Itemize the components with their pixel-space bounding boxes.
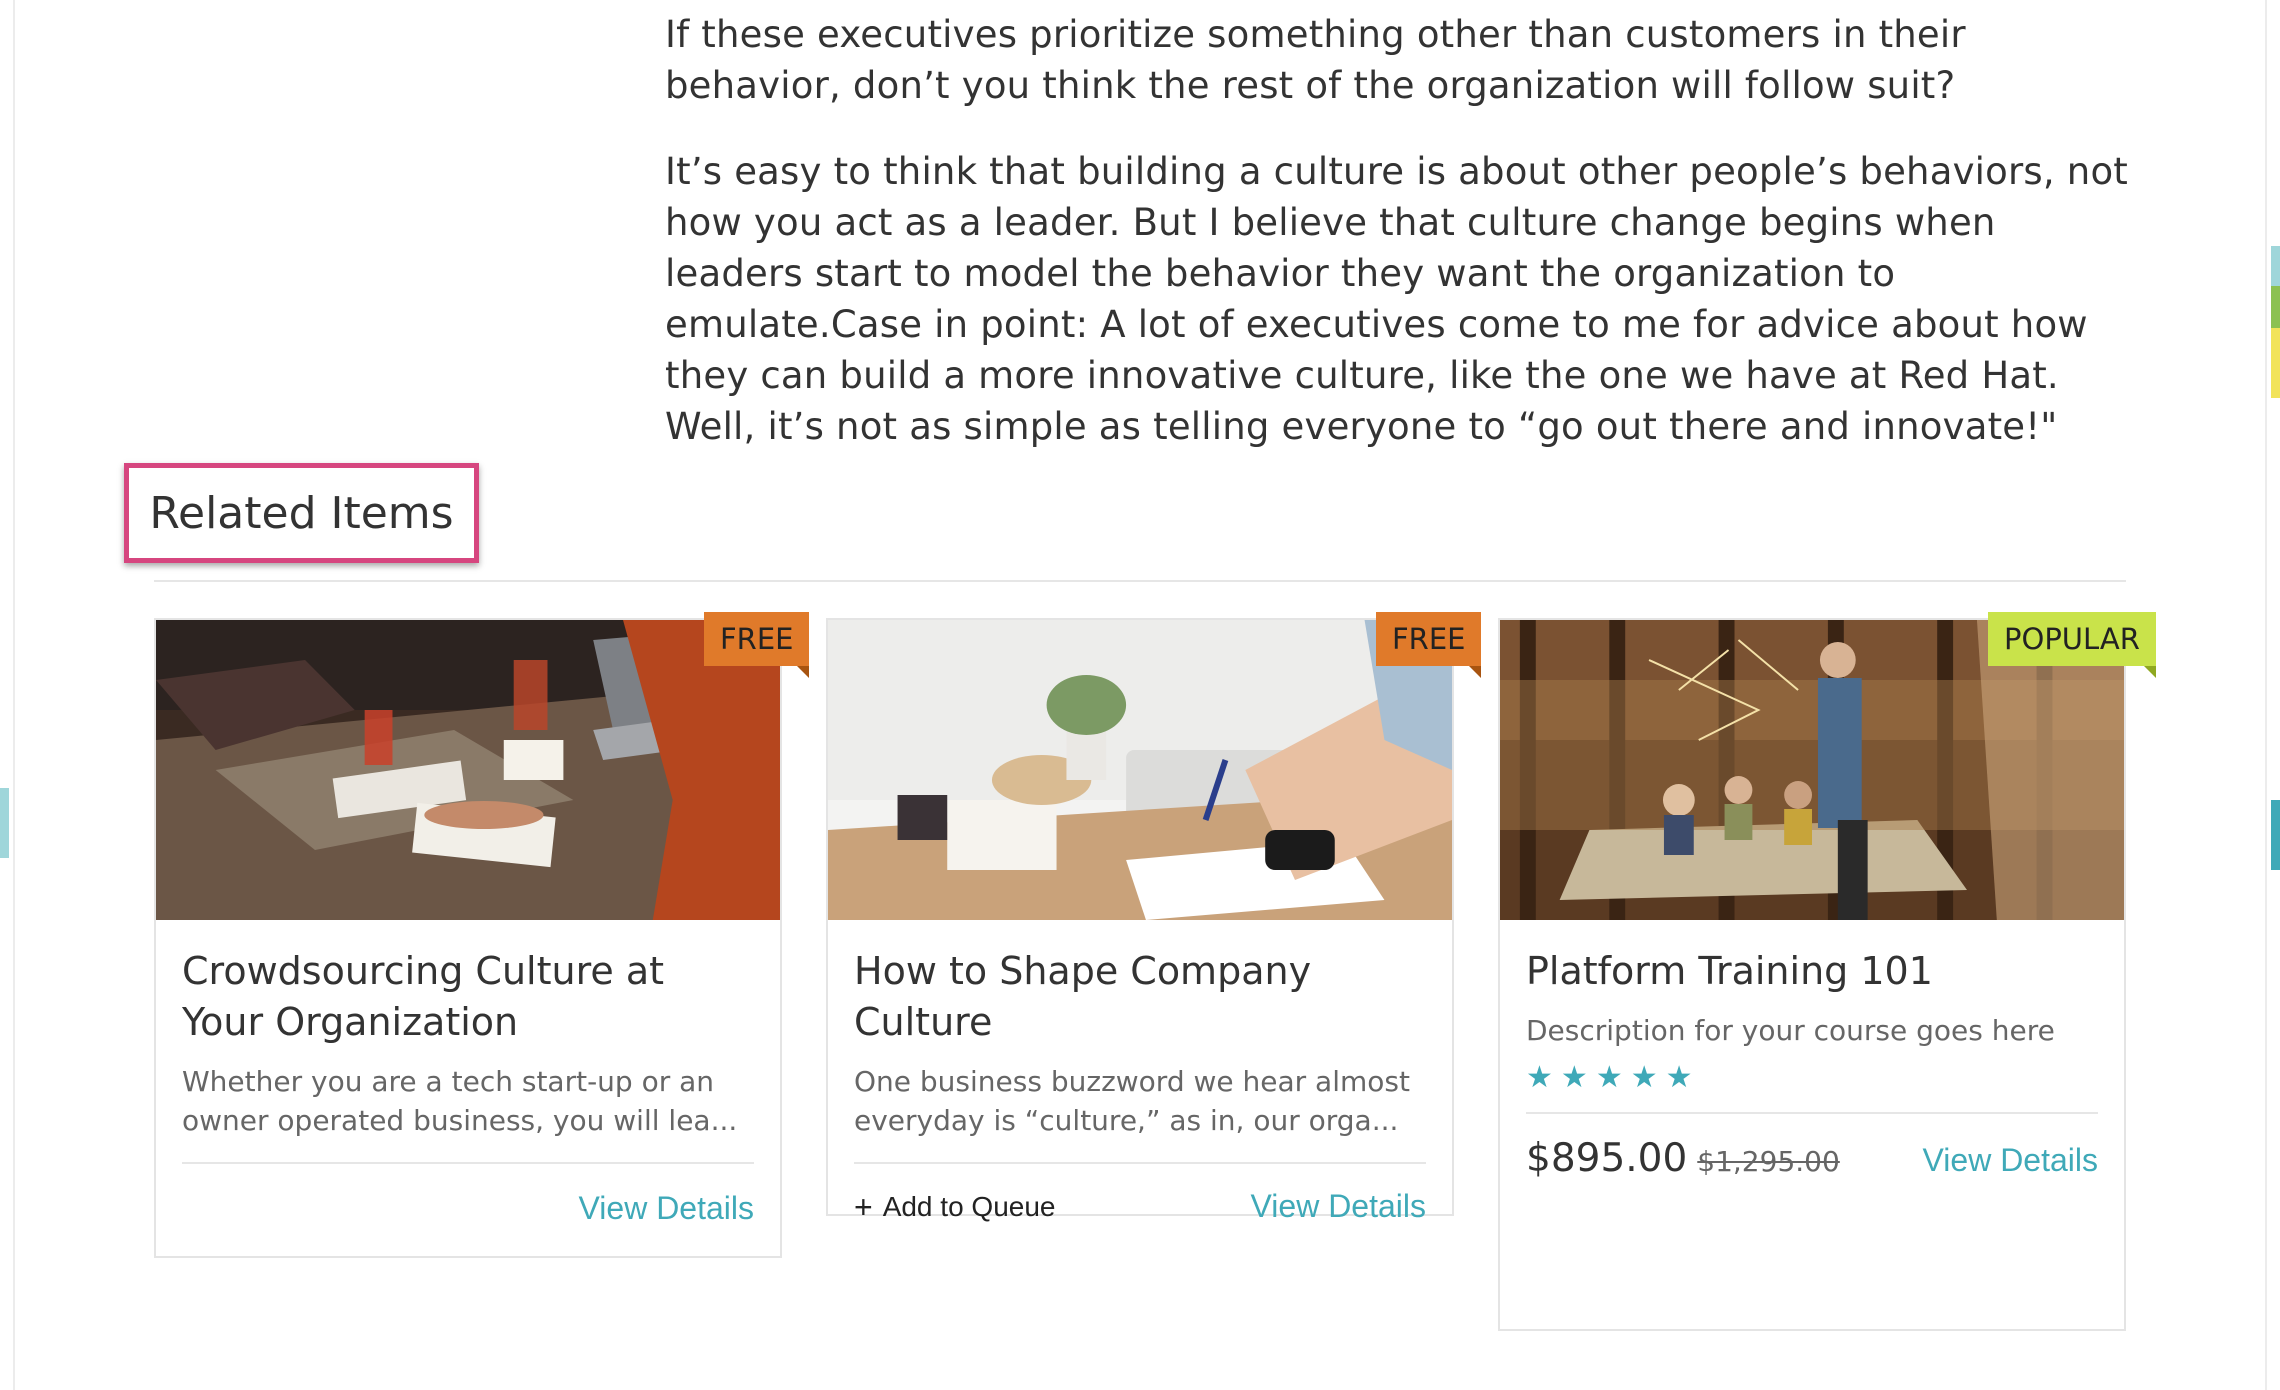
related-item-card[interactable]: Crowdsourcing Culture at Your Organizati… [154,618,782,1258]
free-badge: FREE [1376,612,1482,678]
page-frame-right [2265,0,2267,1390]
card-thumbnail[interactable] [828,620,1452,920]
view-details-link[interactable]: View Details [1251,1188,1426,1225]
writing-desk-image [828,620,1452,920]
card-body: How to Shape Company Culture One busines… [828,946,1452,1225]
star-icon: ★ [1526,1060,1553,1095]
popular-badge: POPULAR [1988,612,2156,678]
add-to-queue-label: Add to Queue [882,1190,1056,1222]
side-tab-right-teal [2271,246,2280,286]
star-icon: ★ [1630,1060,1658,1095]
star-icon: ★ [1595,1060,1623,1095]
article-paragraph: If these executives prioritize something… [665,13,1966,107]
card-body: Platform Training 101 Description for yo… [1500,946,2124,1181]
card-title[interactable]: How to Shape Company Culture [854,946,1426,1048]
section-divider [154,580,2126,582]
free-badge: FREE [704,612,810,678]
related-item-card[interactable]: Platform Training 101 Description for yo… [1498,618,2126,1331]
original-price: $1,295.00 [1697,1145,1840,1178]
add-to-queue-button[interactable]: + Add to Queue [854,1191,1056,1223]
card-divider [854,1162,1426,1164]
page: If these executives prioritize something… [0,0,2280,1390]
related-items-heading: Related Items [124,463,479,563]
star-icon: ★ [1665,1060,1693,1095]
view-details-link[interactable]: View Details [579,1190,754,1227]
side-tab-right-green [2271,286,2280,328]
article-paragraph: It’s easy to think that building a cultu… [665,150,2128,448]
card-title[interactable]: Platform Training 101 [1526,946,2098,997]
plus-icon: + [854,1188,873,1225]
side-tab-right-teal-lower [2271,800,2280,870]
side-tab-left-teal [0,788,9,858]
card-description: Whether you are a tech start-up or an ow… [182,1065,738,1137]
card-description: One business buzzword we hear almost eve… [854,1065,1410,1137]
card-description: Description for your course goes here [1526,1014,2055,1047]
star-icon: ★ [1560,1060,1588,1095]
card-title[interactable]: Crowdsourcing Culture at Your Organizati… [182,946,754,1048]
side-tab-right-yellow [2271,328,2280,398]
card-thumbnail[interactable] [156,620,780,920]
page-frame-left [13,0,15,1390]
card-body: Crowdsourcing Culture at Your Organizati… [156,946,780,1227]
meeting-table-image [156,620,780,920]
star-rating: ★ ★ ★ ★ ★ [1526,1060,2098,1096]
price-group: $895.00 $1,295.00 [1526,1136,1840,1181]
card-divider [182,1162,754,1164]
card-divider [1526,1112,2098,1114]
view-details-link[interactable]: View Details [1923,1142,2098,1179]
related-item-card[interactable]: How to Shape Company Culture One busines… [826,618,1454,1224]
price: $895.00 [1526,1136,1688,1181]
